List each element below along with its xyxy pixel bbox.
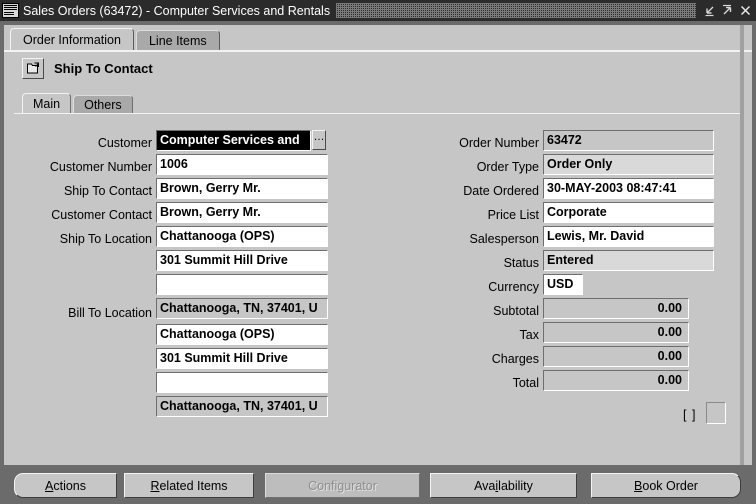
customer-label: Customer: [97, 136, 152, 150]
bill-to-location-line1[interactable]: Chattanooga (OPS): [156, 324, 328, 345]
sales-orders-window: Sales Orders (63472) - Computer Services…: [0, 0, 756, 504]
actions-button-accel: A: [45, 478, 54, 493]
salesperson-label: Salesperson: [469, 232, 540, 246]
open-folder-icon[interactable]: [22, 58, 44, 79]
sub-tab-strip: Main Others: [22, 93, 133, 113]
tab-others[interactable]: Others: [73, 95, 133, 113]
related-items-button-accel: R: [150, 478, 160, 493]
book-order-button-accel: B: [634, 478, 643, 493]
tab-line-items[interactable]: Line Items: [135, 30, 220, 50]
currency-label: Currency: [488, 280, 539, 294]
sub-tab-divider: [14, 113, 742, 114]
charges-field: 0.00: [543, 346, 689, 367]
tax-label: Tax: [519, 328, 539, 342]
configurator-button-accel: g: [337, 478, 345, 493]
total-label: Total: [512, 376, 539, 390]
canvas-right-edge: [740, 25, 744, 465]
descriptive-flexfield-bracket: [ ]: [683, 408, 697, 422]
availability-button-suffix: lability: [498, 478, 533, 493]
configurator-button-prefix: Confi: [308, 478, 338, 493]
title-bar: Sales Orders (63472) - Computer Services…: [0, 0, 756, 21]
customer-field[interactable]: Computer Services and: [156, 130, 311, 151]
ship-to-location-label: Ship To Location: [59, 232, 152, 246]
related-items-button[interactable]: Related Items: [124, 473, 254, 498]
tab-order-information-label: Order Information: [23, 32, 121, 47]
close-button[interactable]: [738, 3, 753, 18]
ship-to-contact-field[interactable]: Brown, Gerry Mr.: [156, 178, 328, 199]
price-list-label: Price List: [487, 208, 539, 222]
ship-to-location-line4: Chattanooga, TN, 37401, U: [156, 298, 328, 319]
customer-contact-label: Customer Contact: [51, 208, 152, 222]
tab-main-label: Main: [33, 96, 61, 111]
order-number-field: 63472: [543, 130, 714, 151]
date-ordered-label: Date Ordered: [463, 184, 539, 198]
status-field: Entered: [543, 250, 714, 271]
subtotal-field: 0.00: [543, 298, 689, 319]
titlebar-texture: [336, 3, 696, 18]
tab-order-information[interactable]: Order Information: [10, 28, 134, 50]
region-header: Ship To Contact: [22, 58, 153, 79]
tab-others-label: Others: [84, 97, 122, 112]
order-type-label: Order Type: [476, 160, 539, 174]
top-tab-strip: Order Information Line Items: [10, 28, 220, 50]
top-tab-divider: [4, 50, 752, 52]
salesperson-field[interactable]: Lewis, Mr. David: [543, 226, 714, 247]
order-number-label: Order Number: [459, 136, 539, 150]
total-field: 0.00: [543, 370, 689, 391]
availability-button[interactable]: Ava i lability: [430, 473, 577, 498]
availability-button-prefix: Ava: [474, 478, 496, 493]
customer-lov-button[interactable]: …: [312, 130, 326, 150]
ship-to-location-line2[interactable]: 301 Summit Hill Drive: [156, 250, 328, 271]
customer-number-field[interactable]: 1006: [156, 154, 328, 175]
configurator-button: Confi g urator: [265, 473, 420, 498]
oracle-app-icon: [2, 3, 19, 18]
ship-to-contact-label: Ship To Contact: [63, 184, 152, 198]
region-title: Ship To Contact: [54, 61, 153, 76]
tax-field: 0.00: [543, 322, 689, 343]
book-order-button-suffix: ook Order: [642, 478, 698, 493]
action-button-bar: Actions Related Items Confi g urator Ava i l…: [0, 466, 756, 504]
customer-number-label: Customer Number: [49, 160, 152, 174]
bill-to-location-label: Bill To Location: [68, 306, 152, 320]
status-label: Status: [503, 256, 539, 270]
book-order-button[interactable]: Book Order: [591, 473, 741, 498]
actions-button[interactable]: Actions: [14, 473, 117, 498]
bill-to-location-line2[interactable]: 301 Summit Hill Drive: [156, 348, 328, 369]
tab-line-items-label: Line Items: [148, 33, 207, 48]
bill-to-location-line3[interactable]: [156, 372, 328, 393]
tab-main[interactable]: Main: [22, 93, 72, 113]
subtotal-label: Subtotal: [493, 304, 539, 318]
price-list-field[interactable]: Corporate: [543, 202, 714, 223]
currency-field[interactable]: USD: [543, 274, 583, 295]
descriptive-flexfield-button[interactable]: [706, 402, 726, 424]
minimize-button[interactable]: [702, 3, 717, 18]
ship-to-location-line3[interactable]: [156, 274, 328, 295]
ship-to-location-line1[interactable]: Chattanooga (OPS): [156, 226, 328, 247]
bill-to-location-line4: Chattanooga, TN, 37401, U: [156, 396, 328, 417]
configurator-button-suffix: urator: [344, 478, 377, 493]
related-items-button-suffix: elated Items: [159, 478, 228, 493]
customer-contact-field[interactable]: Brown, Gerry Mr.: [156, 202, 328, 223]
charges-label: Charges: [491, 352, 539, 366]
actions-button-suffix: ctions: [53, 478, 86, 493]
order-type-field[interactable]: Order Only: [543, 154, 714, 175]
form-canvas: Order Information Line Items Ship To Con…: [4, 25, 752, 465]
maximize-button[interactable]: [720, 3, 735, 18]
date-ordered-field[interactable]: 30-MAY-2003 08:47:41: [543, 178, 714, 199]
window-title: Sales Orders (63472) - Computer Services…: [23, 3, 331, 18]
